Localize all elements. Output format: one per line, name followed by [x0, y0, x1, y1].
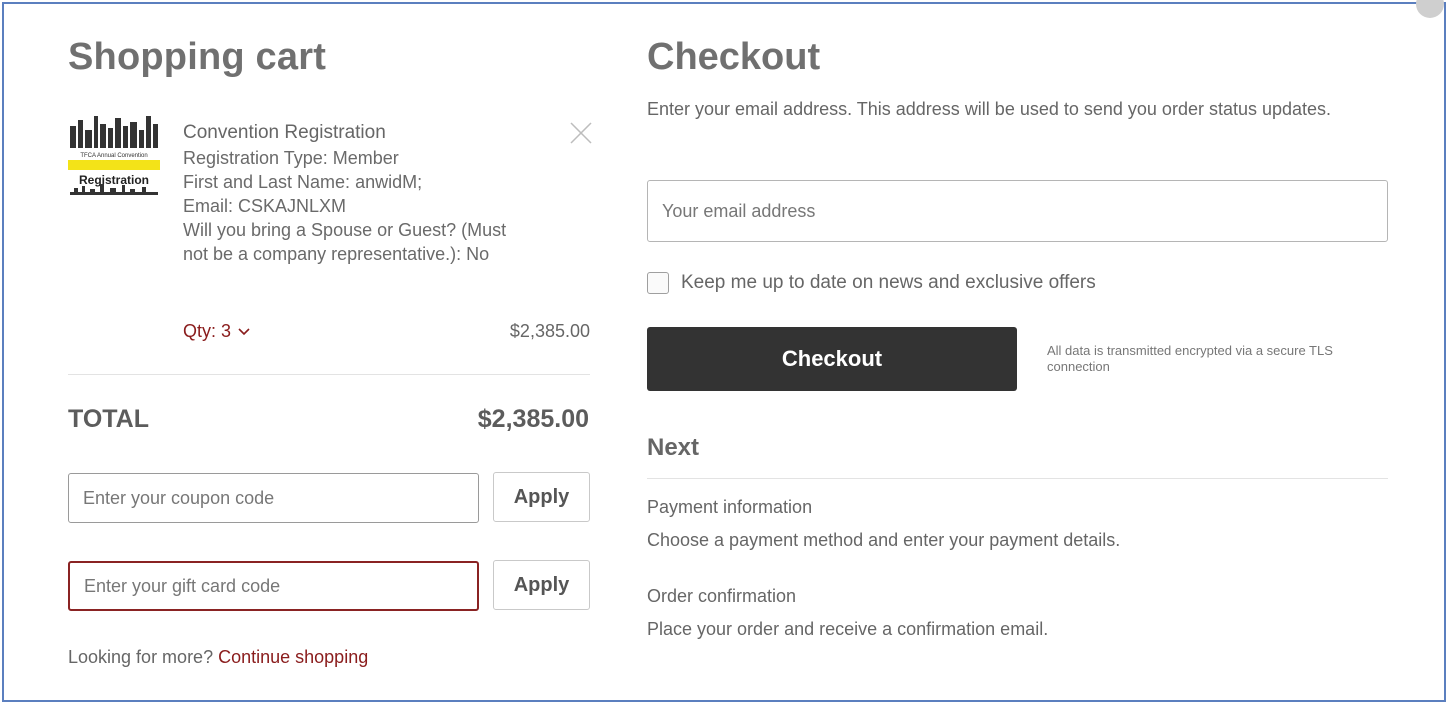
qty-row: Qty: 3 $2,385.00 [183, 321, 590, 347]
close-icon[interactable] [566, 118, 596, 148]
gift-card-input[interactable] [68, 561, 479, 611]
total-value: $2,385.00 [477, 405, 589, 433]
newsletter-row[interactable]: Keep me up to date on news and exclusive… [647, 272, 1096, 294]
qty-selector[interactable]: Qty: 3 [183, 321, 251, 342]
corner-handle [1416, 0, 1444, 18]
item-name: Convention Registration [183, 122, 386, 143]
newsletter-checkbox[interactable] [647, 272, 669, 294]
apply-coupon-button[interactable]: Apply [493, 472, 590, 522]
item-price: $2,385.00 [509, 321, 590, 341]
thumb-caption: TFCA Annual Convention [80, 153, 147, 159]
email-field[interactable] [647, 180, 1388, 242]
item-detail: not be a company representative.): No [183, 244, 490, 264]
apply-gift-card-button[interactable]: Apply [493, 560, 590, 610]
step-description: Choose a payment method and enter your p… [647, 530, 1121, 550]
newsletter-label: Keep me up to date on news and exclusive… [681, 272, 1096, 293]
item-detail: Email: CSKAJNLXM [183, 196, 347, 216]
more-prefix: Looking for more? [68, 647, 219, 667]
checkout-description: Enter your email address. This address w… [647, 99, 1332, 119]
checkout-title: Checkout [647, 36, 821, 78]
divider [68, 374, 590, 375]
next-heading: Next [647, 434, 700, 461]
step-title: Payment information [647, 497, 813, 517]
total-label: TOTAL [68, 405, 150, 433]
step-title: Order confirmation [647, 586, 797, 606]
continue-shopping-link[interactable]: Continue shopping [218, 647, 368, 667]
item-detail: Will you bring a Spouse or Guest? (Must [183, 220, 507, 240]
cart-title: Shopping cart [68, 36, 327, 78]
cart-item: Convention Registration Registration Typ… [183, 120, 593, 266]
item-detail: First and Last Name: anwidM; [183, 172, 423, 192]
continue-shopping-row: Looking for more? Continue shopping [68, 647, 368, 668]
divider [647, 478, 1388, 479]
coupon-input[interactable] [68, 473, 479, 523]
chevron-down-icon [238, 327, 250, 335]
checkout-button[interactable]: Checkout [647, 327, 1017, 391]
qty-label: Qty: 3 [183, 321, 232, 341]
step-description: Place your order and receive a confirmat… [647, 619, 1049, 639]
product-thumbnail: TFCA Annual Convention Registration [68, 116, 160, 195]
thumb-main: Registration [79, 173, 149, 187]
item-detail: Registration Type: Member [183, 148, 399, 168]
secure-note: All data is transmitted encrypted via a … [1047, 343, 1333, 374]
